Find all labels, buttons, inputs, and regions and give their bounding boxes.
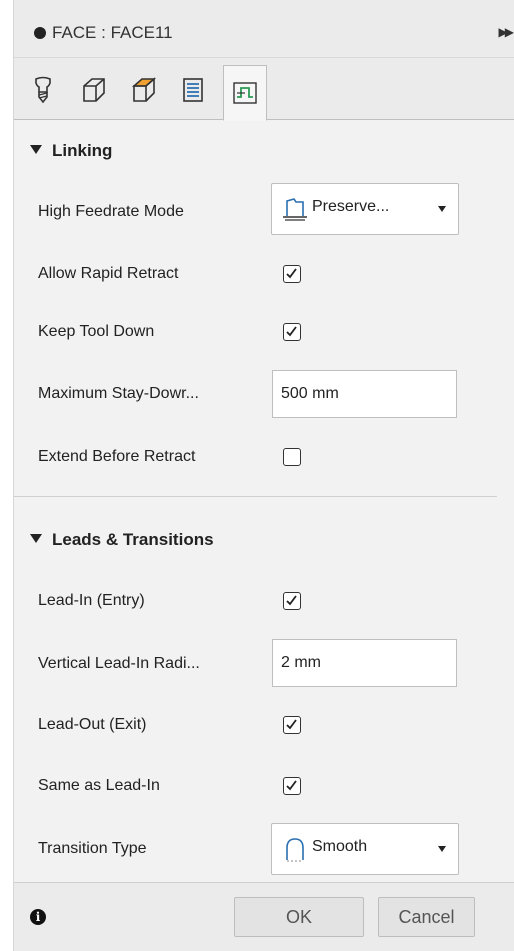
high-feedrate-value: Preserve... — [312, 198, 390, 215]
lead-in-checkbox[interactable] — [283, 592, 301, 610]
leads-section-title: Leads & Transitions — [52, 530, 214, 549]
vertical-lead-in-input[interactable]: 2 mm — [272, 639, 457, 687]
operation-panel: FACE : FACE11 ▶▶ Linking High Feedrate M… — [13, 0, 514, 951]
transition-type-select[interactable]: Smooth — [271, 823, 459, 875]
section-divider — [14, 496, 497, 497]
checkmark-icon — [286, 595, 297, 606]
max-stay-down-input[interactable]: 500 mm — [272, 370, 457, 418]
extend-before-retract-checkbox[interactable] — [283, 448, 301, 466]
linking-icon — [233, 82, 257, 104]
chevron-down-icon — [438, 206, 446, 212]
passes-icon — [183, 78, 203, 102]
lead-out-checkbox[interactable] — [283, 716, 301, 734]
checkmark-icon — [286, 326, 297, 337]
vertical-lead-in-label: Vertical Lead-In Radi... — [38, 655, 200, 672]
same-as-lead-in-label: Same as Lead-In — [38, 777, 160, 794]
cancel-button[interactable]: Cancel — [378, 897, 475, 937]
linking-section-title: Linking — [52, 141, 113, 160]
chevron-down-icon — [438, 846, 446, 852]
expand-panel-icon[interactable]: ▶▶ — [499, 25, 514, 39]
operation-status-icon — [34, 27, 46, 39]
transition-type-value: Smooth — [312, 838, 368, 855]
allow-rapid-retract-checkbox[interactable] — [283, 265, 301, 283]
geometry-icon — [83, 78, 105, 102]
info-icon[interactable]: i — [30, 909, 46, 925]
dialog-footer: i OK Cancel — [14, 882, 514, 951]
checkmark-icon — [286, 268, 297, 279]
transition-type-label: Transition Type — [38, 840, 147, 857]
checkmark-icon — [286, 719, 297, 730]
linking-section-header[interactable]: Linking — [30, 141, 112, 161]
high-feedrate-select[interactable]: Preserve... — [271, 183, 459, 235]
allow-rapid-retract-label: Allow Rapid Retract — [38, 265, 179, 282]
tab-heights[interactable] — [121, 65, 165, 115]
ok-button[interactable]: OK — [234, 897, 364, 937]
collapse-triangle-icon — [30, 534, 42, 544]
max-stay-down-label: Maximum Stay-Dowr... — [38, 385, 199, 402]
tab-tool[interactable] — [21, 65, 65, 115]
panel-title: FACE : FACE11 — [52, 23, 173, 42]
smooth-transition-icon — [286, 838, 304, 862]
title-bar: FACE : FACE11 ▶▶ — [14, 0, 514, 58]
checkmark-icon — [286, 780, 297, 791]
tab-geometry[interactable] — [71, 65, 115, 115]
tab-passes[interactable] — [171, 65, 215, 115]
high-feedrate-label: High Feedrate Mode — [38, 203, 184, 220]
extend-before-retract-label: Extend Before Retract — [38, 448, 196, 465]
collapse-triangle-icon — [30, 145, 42, 155]
preserve-rapid-icon — [283, 198, 307, 221]
tool-icon — [35, 76, 51, 104]
keep-tool-down-label: Keep Tool Down — [38, 323, 155, 340]
leads-section-header[interactable]: Leads & Transitions — [30, 530, 214, 550]
same-as-lead-in-checkbox[interactable] — [283, 777, 301, 795]
lead-in-label: Lead-In (Entry) — [38, 592, 145, 609]
tab-linking[interactable] — [223, 65, 267, 121]
heights-icon — [131, 77, 157, 102]
lead-out-label: Lead-Out (Exit) — [38, 716, 147, 733]
keep-tool-down-checkbox[interactable] — [283, 323, 301, 341]
tab-strip — [14, 58, 514, 121]
